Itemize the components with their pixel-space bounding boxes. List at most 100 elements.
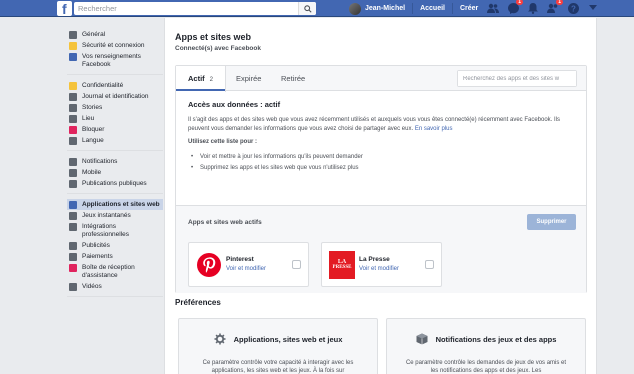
sidebar-item-label: Vos renseignements Facebook — [82, 52, 141, 68]
sidebar-item-games[interactable]: Jeux instantanés — [67, 210, 163, 221]
home-link[interactable]: Accueil — [420, 5, 445, 12]
pref-title: Notifications des jeux et des apps — [435, 334, 557, 344]
sidebar-item-language[interactable]: Langue — [67, 135, 163, 146]
sidebar-group: Notifications Mobile Publications publique… — [67, 156, 163, 194]
mobile-icon — [69, 168, 77, 177]
sidebar-item-rss[interactable]: Publications publiques — [67, 178, 163, 189]
avatar[interactable] — [349, 2, 361, 15]
app-card-pinterest[interactable]: Pinterest Voir et modifier — [188, 242, 309, 287]
messages-badge: 1 — [516, 0, 523, 5]
gear-icon — [69, 30, 77, 39]
pref-head: Notifications des jeux et des apps — [387, 333, 585, 345]
remove-button[interactable]: Supprimer — [527, 214, 576, 230]
view-edit-link[interactable]: Voir et modifier — [226, 266, 266, 272]
sidebar-item-mobile[interactable]: Mobile — [67, 167, 163, 178]
gear-icon — [214, 333, 226, 345]
sidebar-item-block[interactable]: Bloquer — [67, 124, 163, 135]
menu-arrow-icon[interactable] — [587, 2, 599, 14]
access-text: Il s'agit des apps et des sites web que … — [188, 117, 560, 132]
app-name: La Presse — [359, 256, 390, 263]
search-icon — [303, 4, 312, 13]
sidebar-item-gear[interactable]: Général — [67, 29, 163, 40]
sidebar-item-apps[interactable]: Applications et sites web — [67, 199, 163, 210]
search-input[interactable] — [74, 2, 299, 15]
sidebar-item-label: Publicités — [82, 241, 110, 249]
search-box — [74, 2, 316, 15]
sidebar-item-location[interactable]: Lieu — [67, 113, 163, 124]
tab-active[interactable]: Actif 2 — [176, 66, 227, 92]
settings-sidebar: Général Sécurité et connexion Vos renseign… — [67, 29, 163, 302]
support-icon — [69, 263, 77, 272]
svg-text:?: ? — [571, 4, 576, 13]
app-checkbox[interactable] — [292, 260, 301, 269]
sidebar-item-label: Vidéos — [82, 282, 102, 290]
sidebar-item-stories[interactable]: Stories — [67, 102, 163, 113]
view-edit-link[interactable]: Voir et modifier — [359, 266, 399, 272]
groups-icon[interactable]: 1 — [547, 0, 563, 14]
main-panel: Apps et sites web Connecté(s) avec Faceb… — [164, 18, 597, 374]
sidebar-item-label: Publications publiques — [82, 179, 147, 187]
facebook-icon — [69, 52, 77, 61]
privacy-icon — [69, 81, 77, 90]
sidebar-item-ads[interactable]: Publicités — [67, 240, 163, 251]
search-button[interactable] — [298, 2, 316, 15]
help-icon[interactable]: ? — [567, 2, 579, 14]
sidebar-item-lock[interactable]: Sécurité et connexion — [67, 40, 163, 51]
sidebar-item-payments[interactable]: Paiements — [67, 251, 163, 262]
apps-icon — [69, 200, 77, 209]
page-title: Apps et sites web — [175, 32, 252, 42]
tab-label: Actif — [188, 74, 205, 83]
sidebar-group: Général Sécurité et connexion Vos renseign… — [67, 29, 163, 75]
list-item: Voir et mettre à jour les informations q… — [191, 152, 363, 163]
logo-text: PRESSE — [332, 265, 352, 270]
sidebar-item-globe[interactable]: Notifications — [67, 156, 163, 167]
sidebar-item-support[interactable]: Boîte de réception d'assistance — [67, 262, 163, 281]
apps-search-input[interactable] — [458, 71, 576, 86]
access-title: Accès aux données : actif — [188, 100, 281, 109]
lock-icon — [69, 41, 77, 50]
page-subtitle: Connecté(s) avec Facebook — [175, 45, 261, 52]
payments-icon — [69, 252, 77, 261]
timeline-icon — [69, 92, 77, 101]
sidebar-group: Confidentialité Journal et identification… — [67, 80, 163, 151]
tab-expired[interactable]: Expirée — [236, 66, 261, 91]
profile-link[interactable]: Jean-Michel — [365, 5, 405, 12]
facebook-logo[interactable]: f — [57, 1, 72, 16]
sidebar-item-label: Jeux instantanés — [82, 211, 131, 219]
top-bar: f Jean-Michel Accueil Créer 1 1 ? — [0, 0, 634, 17]
notifications-icon[interactable] — [527, 2, 539, 14]
tab-bar: Actif 2 Expirée Retirée — [176, 66, 586, 92]
sidebar-item-label: Lieu — [82, 114, 95, 122]
sidebar-item-label: Boîte de réception d'assistance — [82, 263, 135, 279]
sidebar-item-label: Journal et identification — [82, 92, 149, 100]
friends-icon[interactable] — [487, 2, 499, 14]
sidebar-item-label: Langue — [82, 136, 104, 144]
app-card-lapresse[interactable]: LA PRESSE La Presse Voir et modifier — [321, 242, 442, 287]
sidebar-item-label: Paiements — [82, 252, 113, 260]
active-apps-title: Apps et sites web actifs — [188, 219, 262, 226]
list-item: Supprimez les apps et les sites web que … — [191, 163, 363, 174]
messenger-icon[interactable]: 1 — [507, 0, 523, 14]
lapresse-logo: LA PRESSE — [329, 251, 355, 279]
app-checkbox[interactable] — [425, 260, 434, 269]
sidebar-item-privacy[interactable]: Confidentialité — [67, 80, 163, 91]
sidebar-item-facebook[interactable]: Vos renseignements Facebook — [67, 51, 163, 70]
location-icon — [69, 114, 77, 123]
active-apps-section: Apps et sites web actifs Supprimer Pinte… — [176, 205, 586, 293]
create-link[interactable]: Créer — [460, 5, 478, 12]
notifications-badge: 1 — [556, 0, 563, 5]
rss-icon — [69, 179, 77, 188]
learn-more-link[interactable]: En savoir plus — [415, 126, 453, 132]
sidebar-item-label: Stories — [82, 103, 103, 111]
stories-icon — [69, 103, 77, 112]
sidebar-item-videos[interactable]: Vidéos — [67, 281, 163, 292]
top-nav: Jean-Michel Accueil Créer — [349, 0, 478, 17]
pref-text: Ce paramètre contrôle les demandes de je… — [405, 360, 567, 374]
use-list-title: Utilisez cette liste pour : — [188, 139, 258, 145]
sidebar-item-timeline[interactable]: Journal et identification — [67, 91, 163, 102]
sidebar-item-label: Général — [82, 30, 106, 38]
videos-icon — [69, 282, 77, 291]
tab-removed[interactable]: Retirée — [281, 66, 305, 91]
apps-card: Actif 2 Expirée Retirée Accès aux données… — [175, 65, 587, 293]
sidebar-item-integrations[interactable]: Intégrations professionnelles — [67, 221, 163, 240]
